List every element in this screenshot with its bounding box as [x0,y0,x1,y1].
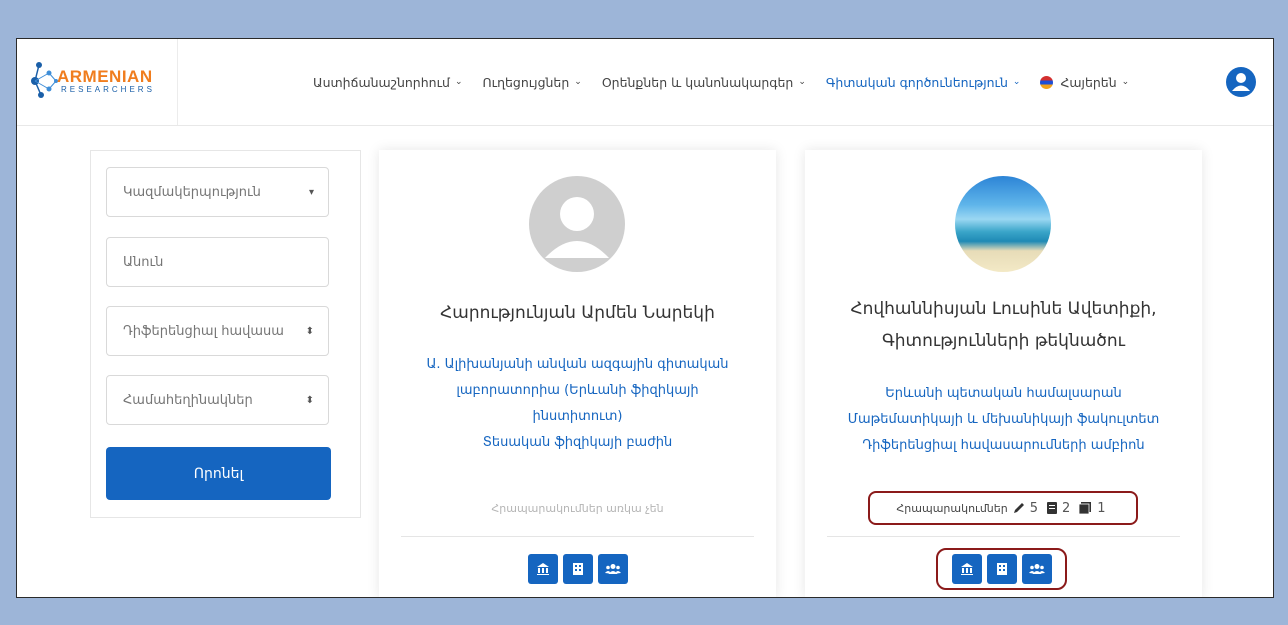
building-icon [996,563,1007,575]
user-account-button[interactable] [1226,67,1256,97]
researcher-card[interactable]: Հարությունյան Արմեն Նարեկի Ա. Ալիխանյանի… [379,150,776,597]
chevron-down-icon: ⌄ [1121,77,1130,87]
group-button[interactable] [597,554,628,584]
dropdown-arrow-icon: ▾ [308,186,314,198]
nav-item-degrees[interactable]: Աստիճանաշնորհում ⌄ [313,75,462,90]
browser-frame: ARMENIAN RESEARCHERS Աստիճանաշնորհում ⌄ … [16,38,1274,598]
user-placeholder-icon [545,197,609,258]
name-input-placeholder: Անուն [123,254,164,270]
books-count: 2 [1062,500,1071,516]
affiliation-line[interactable]: Տեսական ֆիզիկայի բաժին [399,430,756,456]
divider [401,536,754,537]
language-selector[interactable]: Հայերեն ⌄ [1040,75,1129,90]
publications-none: Հրապարակումներ առկա չեն [491,502,664,515]
chevron-down-icon: ⌄ [1012,77,1021,87]
name-input[interactable]: Անուն [106,237,329,287]
main-nav: Աստիճանաշնորհում ⌄ Ուղեցույցներ ⌄ Օրենքն… [313,39,1149,125]
chevron-down-icon: ⌄ [798,77,806,87]
chevron-down-icon: ⌄ [574,77,582,87]
institution-button[interactable] [527,554,558,584]
institution-button[interactable] [951,554,982,584]
logo-subtext: RESEARCHERS [61,85,155,94]
card-actions [379,554,776,584]
nav-item-guides[interactable]: Ուղեցույցներ ⌄ [482,75,581,90]
language-label: Հայերեն [1060,74,1117,90]
users-icon [1028,564,1045,574]
chapters-icon [1078,502,1092,515]
chapters-count: 1 [1097,500,1106,516]
nav-item-research[interactable]: Գիտական գործունեություն ⌄ [826,75,1021,90]
affiliation-line[interactable]: ինստիտուտ) [399,404,756,430]
researcher-name[interactable]: Հարությունյան Արմեն Նարեկի [379,298,776,329]
nav-item-label: Գիտական գործունեություն [825,74,1008,90]
avatar[interactable] [529,176,625,272]
building-icon [572,563,583,575]
articles-count: 5 [1029,500,1038,516]
specialty-select-value: Դիֆերենցիալ հավասա [123,323,284,339]
group-button[interactable] [1021,554,1052,584]
armenian-flag-icon [1040,75,1054,89]
building-button[interactable] [986,554,1017,584]
affiliation-line[interactable]: Դիֆերենցիալ հավասարումների ամբիոն [825,433,1182,459]
card-actions [936,548,1067,590]
nav-item-laws[interactable]: Օրենքներ և կանոնակարգեր ⌄ [602,75,806,90]
nav-item-label: Ուղեցույցներ [482,74,570,90]
users-icon [604,564,621,574]
coauthors-select-value: Համահեղինակներ [123,392,253,408]
researcher-name[interactable]: Հովհաննիսյան Լուսինե Ավետիքի, [805,294,1202,325]
user-icon [1232,73,1250,91]
updown-arrow-icon: ⬍ [305,394,314,406]
researcher-card[interactable]: Հովհաննիսյան Լուսինե Ավետիքի, Գիտություն… [805,150,1202,597]
chevron-down-icon: ⌄ [454,77,463,87]
affiliation-line[interactable]: լաբորատորիա (Երևանի ֆիզիկայի [399,378,756,404]
logo-text: ARMENIAN [57,67,153,86]
institution-icon [960,563,973,575]
publications-label: Հրապարակումներ [896,501,1008,515]
nav-item-label: Օրենքներ և կանոնակարգեր [601,74,794,90]
updown-arrow-icon: ⬍ [305,325,314,337]
coauthors-select[interactable]: Համահեղինակներ ⬍ [106,375,329,425]
researcher-title[interactable]: Գիտությունների թեկնածու [805,326,1202,357]
search-button[interactable]: Որոնել [106,447,331,500]
affiliation-line[interactable]: Երևանի պետական համալսարան [825,381,1182,407]
filter-panel: Կազմակերպություն ▾ Անուն Դիֆերենցիալ հավ… [90,150,361,518]
institution-icon [536,563,549,575]
publications-summary[interactable]: Հրապարակումներ 5 2 1 [868,491,1138,525]
pen-icon [1013,503,1024,513]
affiliation-line[interactable]: Մաթեմատիկայի և մեխանիկայի ֆակուլտետ [825,407,1182,433]
organization-select[interactable]: Կազմակերպություն ▾ [106,167,329,217]
nav-item-label: Աստիճանաշնորհում [313,74,450,90]
organization-select-value: Կազմակերպություն [123,184,261,200]
logo[interactable]: ARMENIAN RESEARCHERS [17,39,178,125]
building-button[interactable] [562,554,593,584]
specialty-select[interactable]: Դիֆերենցիալ հավասա ⬍ [106,306,329,356]
divider [827,536,1180,537]
affiliation-line[interactable]: Ա. Ալիխանյանի անվան ազգային գիտական [399,352,756,378]
header: ARMENIAN RESEARCHERS Աստիճանաշնորհում ⌄ … [17,39,1273,126]
book-icon [1047,502,1057,514]
avatar[interactable] [955,176,1051,272]
